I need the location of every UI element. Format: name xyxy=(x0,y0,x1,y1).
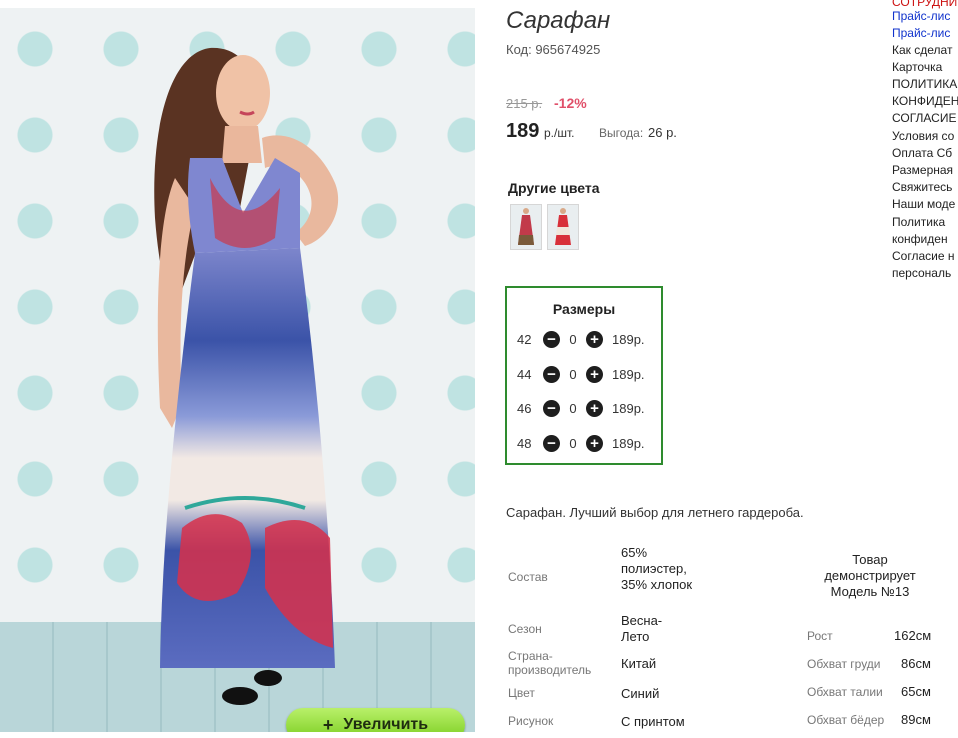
color-thumbnail[interactable] xyxy=(510,204,542,250)
sidebar-link[interactable]: Карточка xyxy=(892,59,942,76)
size-value: 44 xyxy=(517,366,532,382)
spec-value: Весна-Лето xyxy=(621,613,663,644)
measurement-label: Обхват талии xyxy=(807,685,883,699)
spec-value: Синий xyxy=(621,686,660,701)
quantity-value: 0 xyxy=(569,331,577,347)
product-description: Сарафан. Лучший выбор для летнего гардер… xyxy=(506,505,804,520)
sidebar-link[interactable]: Прайс-лис xyxy=(892,25,950,42)
spec-label: Рисунок xyxy=(508,714,554,728)
color-thumbnail[interactable] xyxy=(547,204,579,250)
sidebar-link[interactable]: Условия со xyxy=(892,128,954,145)
measurement-label: Обхват груди xyxy=(807,657,881,671)
size-value: 48 xyxy=(517,435,532,451)
size-price: 189р. xyxy=(612,331,645,347)
zoom-button[interactable]: + Увеличить xyxy=(286,708,465,732)
savings-value: 26 р. xyxy=(648,125,677,140)
sidebar-link[interactable]: Согласие н xyxy=(892,248,954,265)
size-row: 48 − 0 + 189р. xyxy=(517,433,645,453)
other-colors-title: Другие цвета xyxy=(508,180,600,196)
spec-value: Китай xyxy=(621,656,657,671)
sidebar-link[interactable]: Оплата Сб xyxy=(892,145,952,162)
sidebar-link[interactable]: Свяжитесь xyxy=(892,179,952,196)
plus-icon[interactable]: + xyxy=(586,365,603,383)
discount-badge: -12% xyxy=(554,95,587,111)
measurement-value: 89см xyxy=(901,712,931,727)
size-price: 189р. xyxy=(612,400,645,416)
sidebar-link[interactable]: Размерная xyxy=(892,162,953,179)
dress-thumbnail-icon xyxy=(555,208,571,245)
sidebar-link[interactable]: Политика xyxy=(892,214,945,231)
spec-value: С принтом xyxy=(621,714,685,729)
sidebar-link[interactable]: конфиден xyxy=(892,231,948,248)
plus-icon[interactable]: + xyxy=(586,434,603,452)
spec-label: Цвет xyxy=(508,686,535,700)
price-unit: р./шт. xyxy=(544,126,575,140)
size-row: 46 − 0 + 189р. xyxy=(517,398,645,418)
measurement-value: 65см xyxy=(901,684,931,699)
model-title: Товар демонстрирует Модель №13 xyxy=(824,552,916,599)
spec-label: Страна-производитель xyxy=(508,649,592,677)
size-price: 189р. xyxy=(612,366,645,382)
spec-label: Сезон xyxy=(508,622,542,636)
product-code: Код: 965674925 xyxy=(506,42,601,57)
sidebar-link[interactable]: персональ xyxy=(892,265,951,282)
plus-icon[interactable]: + xyxy=(586,399,603,417)
size-value: 42 xyxy=(517,331,532,347)
sizes-title: Размеры xyxy=(552,301,616,317)
minus-icon[interactable]: − xyxy=(543,434,560,452)
quantity-value: 0 xyxy=(569,435,577,451)
size-row: 42 − 0 + 189р. xyxy=(517,329,645,349)
sizes-box: Размеры 42 − 0 + 189р. 44 − 0 + 189р. 46… xyxy=(505,286,663,465)
sidebar-link[interactable]: СОГЛАСИЕ xyxy=(892,110,956,127)
size-price: 189р. xyxy=(612,435,645,451)
plus-icon: + xyxy=(322,714,334,733)
spec-value: 65% полиэстер, 35% хлопок xyxy=(621,545,693,592)
dress-thumbnail-icon xyxy=(518,208,534,245)
product-photo[interactable]: + Увеличить xyxy=(0,8,475,732)
size-row: 44 − 0 + 189р. xyxy=(517,364,645,384)
measurement-value: 162см xyxy=(894,628,932,643)
model-figure-illustration xyxy=(154,47,339,705)
quantity-value: 0 xyxy=(569,400,577,416)
savings-label: Выгода: xyxy=(599,126,644,140)
old-price: 215 р. xyxy=(506,96,543,111)
minus-icon[interactable]: − xyxy=(543,365,560,383)
quantity-value: 0 xyxy=(569,366,577,382)
product-title: Сарафан xyxy=(506,7,611,34)
measurement-label: Рост xyxy=(807,629,833,643)
measurement-label: Обхват бёдер xyxy=(807,713,885,727)
sidebar-link[interactable]: Прайс-лис xyxy=(892,8,950,25)
zoom-button-label: Увеличить xyxy=(343,716,429,732)
measurement-value: 86см xyxy=(901,656,931,671)
spec-label: Состав xyxy=(508,570,548,584)
size-value: 46 xyxy=(517,400,532,416)
sidebar-link[interactable]: ПОЛИТИКА xyxy=(892,76,957,93)
minus-icon[interactable]: − xyxy=(543,330,560,348)
sidebar-link[interactable]: Наши моде xyxy=(892,196,955,213)
minus-icon[interactable]: − xyxy=(543,399,560,417)
current-price: 189 xyxy=(506,120,540,142)
plus-icon[interactable]: + xyxy=(586,330,603,348)
sidebar-link[interactable]: КОНФИДЕН xyxy=(892,93,958,110)
sidebar-link[interactable]: Как сделат xyxy=(892,42,952,59)
